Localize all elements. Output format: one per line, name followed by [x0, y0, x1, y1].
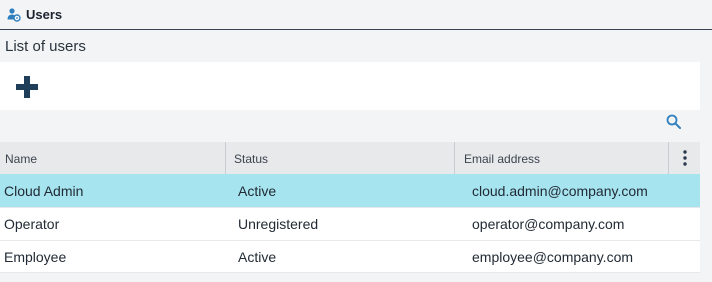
title-bar: Users — [0, 0, 712, 30]
cell-status: Unregistered — [238, 216, 319, 232]
cell-status: Active — [238, 249, 277, 265]
table-bottom-divider — [0, 272, 700, 273]
table-row[interactable]: Operator Unregistered operator@company.c… — [0, 207, 700, 240]
cell-status: Active — [238, 183, 277, 199]
plus-icon — [16, 76, 38, 98]
section-title: List of users — [5, 38, 86, 55]
add-user-button[interactable] — [15, 75, 39, 99]
users-settings-icon — [6, 7, 21, 22]
vertical-ellipsis-icon — [682, 150, 687, 166]
cell-email: operator@company.com — [472, 216, 625, 232]
table-row[interactable]: Cloud Admin Active cloud.admin@company.c… — [0, 174, 700, 207]
page-title: Users — [26, 7, 63, 22]
column-header-name[interactable]: Name — [0, 142, 226, 174]
table-row[interactable]: Employee Active employee@company.com — [0, 240, 700, 273]
search-icon — [666, 114, 681, 129]
column-header-email[interactable]: Email address — [455, 142, 669, 174]
table-header: Name Status Email address — [0, 142, 700, 174]
column-header-status[interactable]: Status — [226, 142, 455, 174]
cell-name: Employee — [4, 249, 67, 265]
cell-email: cloud.admin@company.com — [472, 183, 648, 199]
users-table: Name Status Email address Cloud Admin Ac… — [0, 142, 700, 273]
cell-name: Cloud Admin — [4, 183, 84, 199]
column-menu-button[interactable] — [669, 142, 700, 174]
cell-name: Operator — [4, 216, 60, 232]
cell-email: employee@company.com — [472, 249, 634, 265]
toolbar — [0, 62, 700, 110]
search-button[interactable] — [665, 113, 683, 131]
